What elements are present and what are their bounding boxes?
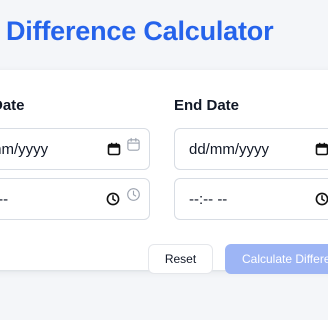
start-time-value: - -- [0,191,9,208]
time-picker-icon[interactable] [315,192,328,206]
clock-icon [127,188,140,201]
end-date-label: End Date [174,97,240,114]
time-picker-icon[interactable] [106,192,120,206]
start-date-label: Date [0,97,25,114]
app-page: Difference Calculator Date End Date mm/y… [0,0,328,320]
calendar-picker-icon[interactable] [315,142,328,156]
calendar-picker-icon[interactable] [107,142,121,156]
calendar-icon [127,137,140,151]
end-time-input[interactable]: --:-- -- [174,178,328,220]
start-date-value: mm/yyyy [0,141,49,158]
page-title: Difference Calculator [6,16,274,46]
reset-button[interactable]: Reset [148,244,213,274]
end-date-input[interactable]: dd/mm/yyyy [174,128,328,170]
end-time-value: --:-- -- [189,191,228,208]
calculator-card [0,70,328,270]
end-date-value: dd/mm/yyyy [189,141,270,158]
calculate-difference-button[interactable]: Calculate Differen [225,244,328,274]
